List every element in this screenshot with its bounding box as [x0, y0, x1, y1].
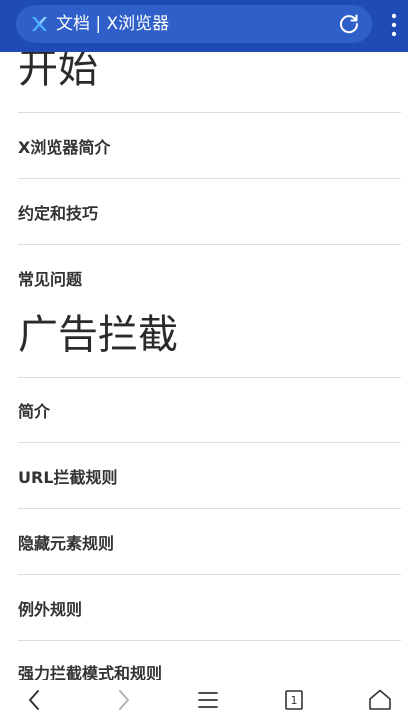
home-button[interactable] — [350, 680, 408, 720]
doc-link-hide-element-rules[interactable]: 隐藏元素规则 — [18, 530, 114, 554]
doc-link-strong-block-rules[interactable]: 强力拦截模式和规则 — [18, 660, 162, 680]
divider — [18, 377, 401, 378]
divider — [18, 574, 401, 575]
doc-content: 开始 X浏览器简介 约定和技巧 常见问题 广告拦截 简介 URL拦截规则 隐藏元… — [0, 52, 408, 680]
doc-link-faq[interactable]: 常见问题 — [18, 266, 82, 290]
forward-icon — [119, 690, 129, 710]
menu-button[interactable] — [178, 680, 238, 720]
doc-link-tips[interactable]: 约定和技巧 — [18, 200, 98, 224]
section-heading-adblock: 广告拦截 — [18, 312, 178, 358]
section-heading-start: 开始 — [18, 52, 98, 92]
reload-icon[interactable] — [338, 13, 360, 35]
tabs-icon: 1 — [285, 690, 303, 710]
x-browser-logo-icon — [32, 17, 47, 31]
tabs-button[interactable]: 1 — [264, 680, 324, 720]
divider — [18, 508, 401, 509]
divider — [18, 178, 401, 179]
tab-count: 1 — [291, 694, 298, 707]
browser-toolbar: 文档 | X浏览器 — [0, 0, 408, 52]
menu-icon — [198, 692, 218, 708]
divider — [18, 640, 401, 641]
doc-link-exception-rules[interactable]: 例外规则 — [18, 596, 82, 620]
divider — [18, 244, 401, 245]
more-options-icon[interactable] — [384, 12, 404, 38]
forward-button[interactable] — [93, 680, 153, 720]
page-title: 文档 | X浏览器 — [56, 14, 170, 34]
doc-link-intro[interactable]: X浏览器简介 — [18, 134, 110, 158]
divider — [18, 112, 401, 113]
back-button[interactable] — [5, 680, 65, 720]
bottom-nav-bar: 1 — [0, 680, 408, 720]
divider — [18, 442, 401, 443]
home-icon — [369, 689, 391, 710]
doc-link-url-rules[interactable]: URL拦截规则 — [18, 464, 118, 488]
doc-link-adblock-intro[interactable]: 简介 — [18, 398, 50, 422]
back-icon — [29, 690, 39, 710]
address-bar[interactable]: 文档 | X浏览器 — [16, 5, 372, 43]
